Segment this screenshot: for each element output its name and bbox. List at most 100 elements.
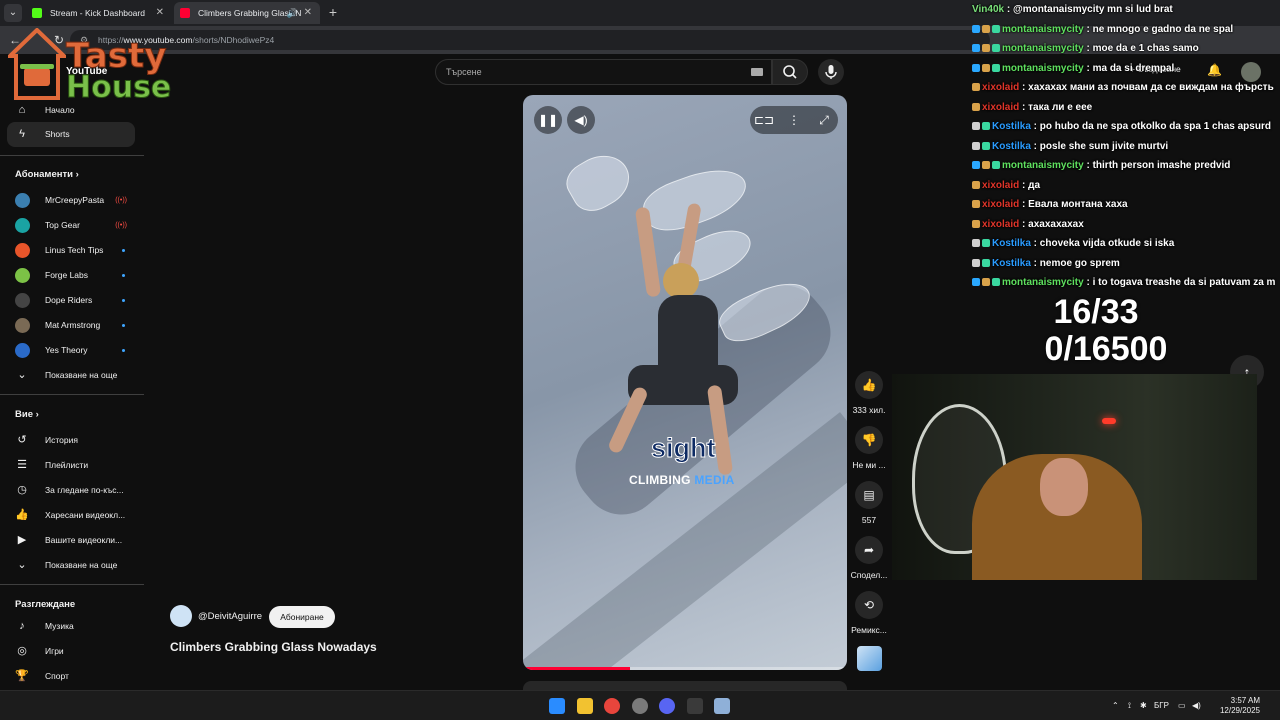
bluetooth-tray-icon[interactable]: ✱ <box>1140 691 1147 720</box>
sidebar-item-mat-armstrong[interactable]: Mat Armstrong <box>7 313 135 338</box>
show-more-subscriptions[interactable]: ⌄ Показване на още <box>7 363 135 388</box>
voice-search-button[interactable] <box>818 59 844 85</box>
chat-username[interactable]: montanaismycity <box>1002 24 1084 35</box>
gamepad-icon: ◎ <box>17 645 27 657</box>
subscriptions-heading[interactable]: Абонаменти › <box>15 169 79 180</box>
logo-word-house: House <box>65 70 172 106</box>
sidebar-item-forge-labs[interactable]: Forge Labs <box>7 263 135 288</box>
you-heading[interactable]: Вие › <box>15 409 39 420</box>
chat-badge-icon <box>972 122 980 130</box>
audio-source-thumbnail[interactable] <box>857 646 882 671</box>
language-indicator[interactable]: БГР <box>1154 691 1169 720</box>
chat-message: montanaismycity : thirth person imashe p… <box>972 160 1280 171</box>
sidebar-item-label: Mat Armstrong <box>45 320 101 330</box>
chat-badge-icon <box>972 141 980 150</box>
video-title[interactable]: Climbers Grabbing Glass Nowadays <box>170 640 377 654</box>
remix-label: Ремикс... <box>851 625 887 635</box>
url-field[interactable]: ⚙ https://www.youtube.com/shorts/NDhodiw… <box>70 30 990 50</box>
file-explorer-icon[interactable] <box>576 698 593 714</box>
speaker-icon[interactable]: 🔊 <box>287 2 298 24</box>
sidebar-item-label: Показване на още <box>45 560 118 570</box>
chrome-icon[interactable] <box>604 698 620 714</box>
system-clock[interactable]: 3:57 AM 12/29/2025 <box>1208 696 1260 716</box>
chat-username[interactable]: xixolaid <box>982 199 1019 210</box>
sidebar-item-history[interactable]: ↺ История <box>7 428 135 453</box>
more-vertical-icon: ⋮ <box>788 113 800 127</box>
captions-button[interactable]: ⊏⊐ <box>750 106 778 134</box>
sidebar-item-shorts[interactable]: ϟ Shorts <box>7 122 135 147</box>
comments-button[interactable]: ▤ <box>855 481 883 509</box>
chat-message: montanaismycity : moe da e 1 chas samo <box>972 43 1280 54</box>
chat-username[interactable]: Kostilka <box>992 238 1031 249</box>
chat-username[interactable]: Kostilka <box>992 121 1031 132</box>
sidebar-item-mrcreepypasta[interactable]: MrCreepyPasta ((•)) <box>7 188 135 213</box>
climbing-hold <box>559 144 639 220</box>
search-button[interactable] <box>772 59 808 85</box>
search-input[interactable]: Търсене <box>435 59 772 85</box>
sidebar-item-playlists[interactable]: ☰ Плейлисти <box>7 453 135 478</box>
sidebar-item-your-videos[interactable]: ▶ Вашите видеокли... <box>7 528 135 553</box>
trophy-icon: 🏆 <box>15 670 29 682</box>
sidebar-item-dope-riders[interactable]: Dope Riders <box>7 288 135 313</box>
discord-icon[interactable] <box>659 698 675 714</box>
settings-icon[interactable] <box>714 698 730 714</box>
chat-username[interactable]: montanaismycity <box>1002 63 1084 74</box>
chat-username[interactable]: Kostilka <box>992 141 1031 152</box>
chat-username[interactable]: Kostilka <box>992 258 1031 269</box>
streamer-webcam <box>892 374 1257 580</box>
sidebar-item-label: Top Gear <box>45 220 80 230</box>
chat-username[interactable]: xixolaid <box>982 102 1019 113</box>
dislike-label: Не ми ... <box>852 460 886 470</box>
like-button[interactable]: 👍 <box>855 371 883 399</box>
shorts-icon: ϟ <box>19 128 25 140</box>
fullscreen-button[interactable]: ⤢ <box>810 106 838 134</box>
channel-handle[interactable]: @DeivitAguirre <box>198 611 262 622</box>
sidebar-item-sports[interactable]: 🏆 Спорт <box>7 664 135 689</box>
sidebar-item-liked-videos[interactable]: 👍 Харесани видеокл... <box>7 503 135 528</box>
channel-avatar[interactable] <box>170 605 192 627</box>
chat-username[interactable]: xixolaid <box>982 219 1019 230</box>
chat-username[interactable]: montanaismycity <box>1002 43 1084 54</box>
wifi-icon[interactable]: ▭ <box>1178 691 1186 720</box>
volume-tray-icon[interactable]: ◀) <box>1192 691 1201 720</box>
dislike-button[interactable]: 👎 <box>855 426 883 454</box>
chevron-down-icon: ⌄ <box>17 369 27 381</box>
sidebar-item-linus-tech-tips[interactable]: Linus Tech Tips <box>7 238 135 263</box>
network-tray-icon[interactable]: ⟟ <box>1128 691 1131 720</box>
sidebar-item-label: Игри <box>45 646 64 656</box>
comment-count: 557 <box>861 515 877 525</box>
sidebar-item-music[interactable]: ♪ Музика <box>7 614 135 639</box>
tab-youtube-short[interactable]: Climbers Grabbing Glass N 🔊 ✕ <box>174 2 320 24</box>
share-button[interactable]: ➦ <box>855 536 883 564</box>
chat-text: : така ли е еее <box>1019 101 1093 113</box>
pause-button[interactable]: ❚❚ <box>534 106 562 134</box>
chat-message: xixolaid : да <box>972 180 1280 191</box>
windows-start-icon[interactable] <box>549 698 565 714</box>
subscribe-button[interactable]: Абониране <box>269 606 335 628</box>
sidebar-item-watch-later[interactable]: ◷ За гледане по-къс... <box>7 478 135 503</box>
red-light <box>1102 418 1116 424</box>
chat-username[interactable]: Vin40k <box>972 4 1004 15</box>
goal-counter-secondary: 0/16500 <box>1044 330 1168 368</box>
close-tab-icon[interactable]: ✕ <box>304 2 312 24</box>
new-tab-button[interactable]: + <box>324 3 342 21</box>
more-options-button[interactable]: ⋮ <box>780 106 808 134</box>
show-more-you[interactable]: ⌄ Показване на още <box>7 553 135 578</box>
keyboard-icon[interactable] <box>751 68 763 76</box>
terminal-icon[interactable] <box>686 698 703 714</box>
chat-username[interactable]: montanaismycity <box>1002 277 1084 288</box>
remix-button[interactable]: ⟲ <box>855 591 883 619</box>
sidebar-item-gaming[interactable]: ◎ Игри <box>7 639 135 664</box>
obs-icon[interactable] <box>631 698 648 714</box>
sidebar-item-yes-theory[interactable]: Yes Theory <box>7 338 135 363</box>
chat-username[interactable]: montanaismycity <box>1002 160 1084 171</box>
sidebar-item-top-gear[interactable]: Top Gear ((•)) <box>7 213 135 238</box>
video-progress-fill <box>523 667 630 670</box>
chat-username[interactable]: xixolaid <box>982 82 1019 93</box>
remix-icon: ⟲ <box>863 598 875 612</box>
volume-button[interactable]: ◀) <box>567 106 595 134</box>
shorts-video-player[interactable]: ❚❚ ◀) ⊏⊐ ⋮ ⤢ sight CLIMBING MEDIA <box>523 95 847 670</box>
tray-overflow-icon[interactable]: ⌃ <box>1112 691 1119 720</box>
chat-username[interactable]: xixolaid <box>982 180 1019 191</box>
video-progress-bar[interactable] <box>523 667 847 670</box>
